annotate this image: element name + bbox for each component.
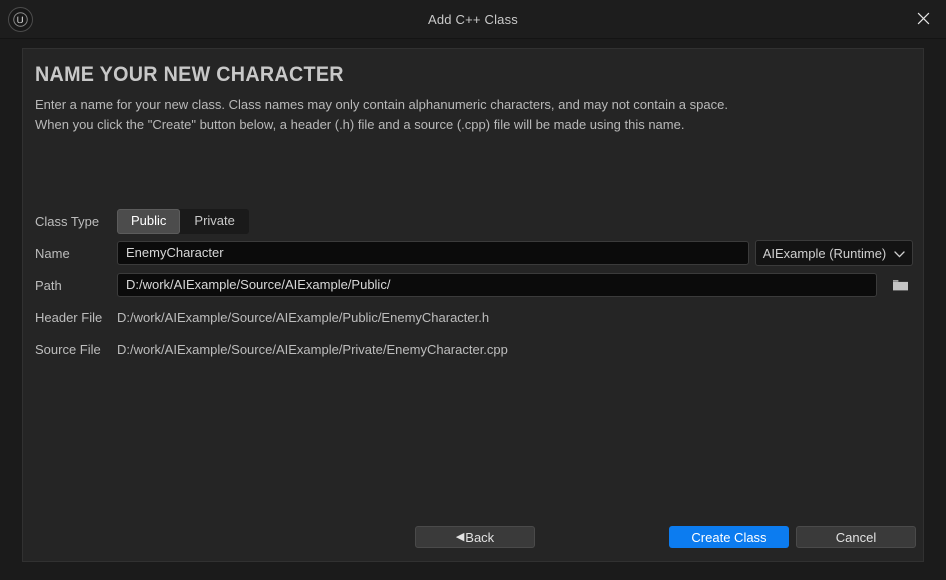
- cancel-button-label: Cancel: [835, 529, 877, 545]
- path-label: Path: [35, 277, 62, 293]
- content-panel: NAME YOUR NEW CHARACTER Enter a name for…: [22, 48, 924, 562]
- folder-icon[interactable]: [889, 273, 911, 297]
- module-dropdown-value: AIExample (Runtime): [762, 245, 887, 261]
- class-type-toggle[interactable]: Public Private: [117, 208, 249, 234]
- back-arrow-icon: ◀: [455, 530, 465, 543]
- page-title: NAME YOUR NEW CHARACTER: [35, 63, 344, 86]
- close-icon[interactable]: [900, 0, 946, 37]
- class-type-row: Class Type Public Private: [35, 205, 913, 237]
- header-file-row: Header File D:/work/AIExample/Source/AIE…: [35, 301, 913, 333]
- module-dropdown[interactable]: AIExample (Runtime): [755, 240, 913, 266]
- description-line-1: Enter a name for your new class. Class n…: [35, 97, 728, 112]
- class-form: Class Type Public Private Name EnemyChar…: [35, 205, 913, 365]
- create-class-button[interactable]: Create Class: [669, 526, 789, 548]
- unreal-engine-logo-icon: [8, 7, 33, 32]
- title-bar: Add C++ Class: [0, 0, 946, 39]
- class-type-option-public[interactable]: Public: [117, 208, 181, 234]
- add-cpp-class-window: Add C++ Class NAME YOUR NEW CHARACTER En…: [0, 0, 946, 580]
- back-button-label: Back: [465, 529, 495, 545]
- name-input[interactable]: EnemyCharacter: [117, 241, 749, 265]
- source-file-row: Source File D:/work/AIExample/Source/AIE…: [35, 333, 913, 365]
- header-file-label: Header File: [35, 309, 103, 325]
- description-text: Enter a name for your new class. Class n…: [35, 95, 728, 135]
- name-label: Name: [35, 245, 70, 261]
- class-type-option-private[interactable]: Private: [180, 209, 248, 234]
- create-class-button-label: Create Class: [691, 529, 767, 545]
- class-type-label: Class Type: [35, 213, 100, 229]
- cancel-button[interactable]: Cancel: [796, 526, 916, 548]
- description-line-2: When you click the "Create" button below…: [35, 117, 685, 132]
- back-button[interactable]: ◀ Back: [415, 526, 535, 548]
- window-title: Add C++ Class: [427, 11, 519, 27]
- chevron-down-icon: [894, 246, 905, 261]
- source-file-value: D:/work/AIExample/Source/AIExample/Priva…: [117, 341, 508, 357]
- header-file-value: D:/work/AIExample/Source/AIExample/Publi…: [117, 309, 490, 325]
- path-input[interactable]: D:/work/AIExample/Source/AIExample/Publi…: [117, 273, 877, 297]
- source-file-label: Source File: [35, 341, 101, 357]
- name-row: Name EnemyCharacter AIExample (Runtime): [35, 237, 913, 269]
- dialog-footer: ◀ Back Create Class Cancel: [23, 526, 923, 548]
- path-row: Path D:/work/AIExample/Source/AIExample/…: [35, 269, 913, 301]
